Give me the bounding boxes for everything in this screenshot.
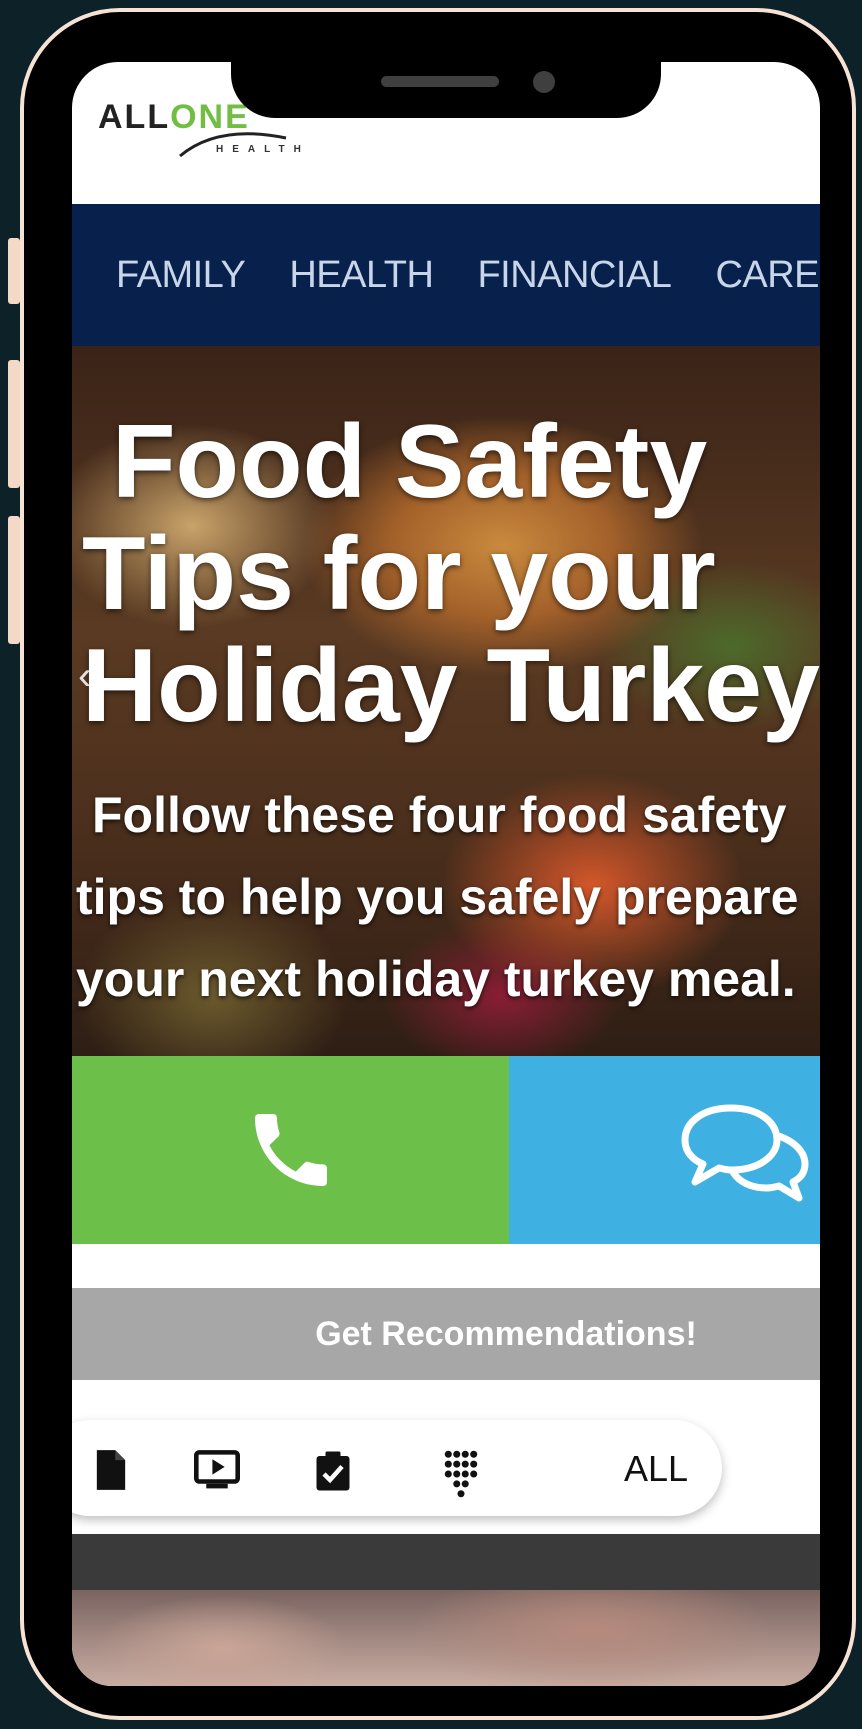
nav-item-health[interactable]: HEALTH bbox=[289, 254, 434, 297]
keypad-icon[interactable] bbox=[444, 1450, 478, 1498]
document-icon[interactable] bbox=[94, 1450, 128, 1490]
nav-item-family[interactable]: FAMILY bbox=[116, 254, 246, 297]
next-section-header bbox=[72, 1534, 820, 1590]
content-filter-bar: ALL bbox=[72, 1420, 722, 1516]
phone-screen: ALLONE HEALTH FAMILY HEALTH FINANCIAL CA… bbox=[72, 62, 820, 1686]
hero-banner[interactable]: Food Safety Tips for your Holiday Turkey… bbox=[72, 346, 820, 1056]
hero-subtitle: Follow these four food safety tips to he… bbox=[76, 787, 799, 1007]
video-icon[interactable] bbox=[194, 1450, 240, 1490]
nav-item-care[interactable]: CARE bbox=[715, 254, 819, 297]
volume-up-button bbox=[8, 360, 20, 488]
hero-title: Food Safety Tips for your Holiday Turkey bbox=[82, 404, 820, 744]
volume-down-button bbox=[8, 516, 20, 644]
filter-all-button[interactable]: ALL bbox=[624, 1448, 688, 1490]
mute-switch bbox=[8, 238, 20, 304]
get-recommendations-button[interactable]: Get Recommendations! bbox=[72, 1288, 820, 1380]
phone-notch bbox=[231, 62, 661, 118]
front-camera bbox=[533, 71, 555, 93]
speaker-grille bbox=[381, 76, 499, 87]
clipboard-check-icon[interactable] bbox=[314, 1450, 352, 1492]
main-nav: FAMILY HEALTH FINANCIAL CARE bbox=[72, 204, 820, 346]
logo-subtext: HEALTH bbox=[216, 144, 310, 155]
next-article-image[interactable] bbox=[72, 1590, 820, 1686]
chat-bubbles-icon bbox=[681, 1104, 809, 1202]
chat-button[interactable] bbox=[509, 1056, 820, 1244]
phone-icon bbox=[254, 1114, 327, 1186]
call-button[interactable] bbox=[72, 1056, 509, 1244]
carousel-prev-icon[interactable]: ‹ bbox=[78, 654, 91, 699]
contact-actions bbox=[72, 1056, 820, 1244]
nav-item-financial[interactable]: FINANCIAL bbox=[477, 254, 671, 297]
